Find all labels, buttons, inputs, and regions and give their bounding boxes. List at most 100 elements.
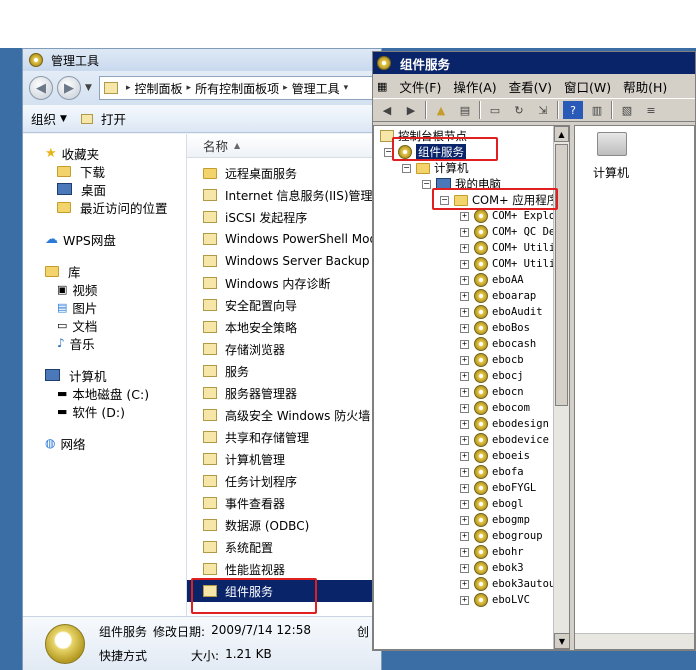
expand-icon[interactable]: + [460, 387, 469, 397]
tree-com-app[interactable]: + eboBos [374, 320, 554, 336]
chevron-down-icon[interactable]: ▾ [344, 83, 349, 93]
tree-com-app[interactable]: + eboFYGL [374, 480, 554, 496]
file-item[interactable]: 存储浏览器 [187, 338, 381, 360]
result-horizontal-scrollbar[interactable] [575, 633, 694, 649]
show-tree-icon[interactable]: ▤ [455, 101, 475, 119]
file-item[interactable]: 服务 [187, 360, 381, 382]
file-item[interactable]: 计算机管理 [187, 448, 381, 470]
expand-icon[interactable]: + [460, 451, 469, 461]
file-item[interactable]: 系统配置 [187, 536, 381, 558]
open-button[interactable]: 打开 [80, 109, 126, 128]
result-item-computers-label[interactable]: 计算机 [593, 164, 629, 181]
column-header-name[interactable]: 名称 ▲ [187, 134, 381, 158]
file-item[interactable]: Windows 内存诊断 [187, 272, 381, 294]
tree-com-app[interactable]: + eboeis [374, 448, 554, 464]
tree-com-app[interactable]: + COM+ Utiliti [374, 256, 568, 272]
tree-com-app[interactable]: + ebohr [374, 544, 554, 560]
nav-videos[interactable]: ▣ 视频 [23, 280, 186, 298]
expand-icon[interactable]: + [460, 547, 469, 557]
forward-button[interactable]: ▶ [57, 76, 81, 100]
console-menu-icon[interactable]: ▦ [377, 80, 387, 93]
tree-com-applications[interactable]: − COM+ 应用程序 [374, 192, 558, 208]
tree-com-app[interactable]: + eboLVC [374, 592, 554, 608]
new-window-icon[interactable]: ▧ [617, 101, 637, 119]
tree-com-app[interactable]: + ebocom [374, 400, 554, 416]
tree-com-app[interactable]: + COM+ Explorer [374, 208, 569, 224]
expand-icon[interactable]: + [460, 211, 469, 221]
expand-icon[interactable]: + [460, 291, 469, 301]
file-item[interactable]: 远程桌面服务 [187, 162, 381, 184]
tree-com-app[interactable]: + ebok3autoup [374, 576, 562, 592]
expand-icon[interactable]: + [460, 419, 469, 429]
tree-com-app[interactable]: + ebogl [374, 496, 554, 512]
file-item[interactable]: Windows Server Backup [187, 250, 381, 272]
scroll-down-icon[interactable]: ▼ [554, 633, 569, 649]
nav-drive-d[interactable]: ▬ 软件 (D:) [23, 402, 186, 420]
nav-libraries[interactable]: 库 [23, 262, 186, 280]
computers-large-folder-icon[interactable] [597, 132, 627, 156]
nav-recent-places[interactable]: 最近访问的位置 [23, 198, 186, 216]
nav-pictures[interactable]: ▤ 图片 [23, 298, 186, 316]
breadcrumb-admin-tools[interactable]: 管理工具 [292, 80, 340, 97]
nav-documents[interactable]: ▭ 文档 [23, 316, 186, 334]
nav-local-disk-c[interactable]: ▬ 本地磁盘 (C:) [23, 384, 186, 402]
menu-help[interactable]: 帮助(H) [623, 77, 667, 96]
nav-network[interactable]: ◍ 网络 [23, 434, 186, 452]
expand-icon[interactable]: + [460, 307, 469, 317]
tree-com-app[interactable]: + ebocn [374, 384, 554, 400]
expand-icon[interactable]: + [460, 227, 469, 237]
file-item[interactable]: 事件查看器 [187, 492, 381, 514]
file-item[interactable]: 高级安全 Windows 防火墙 [187, 404, 381, 426]
file-item[interactable]: 安全配置向导 [187, 294, 381, 316]
view-icon[interactable]: ▥ [587, 101, 607, 119]
tree-com-app[interactable]: + ebofa [374, 464, 554, 480]
tree-com-app[interactable]: + COM+ Utiliti [374, 240, 568, 256]
menu-file[interactable]: 文件(F) [399, 77, 441, 96]
expand-icon[interactable]: + [460, 515, 469, 525]
collapse-icon[interactable]: − [440, 195, 449, 205]
list-view-icon[interactable]: ≡ [641, 101, 661, 119]
forward-arrow-icon[interactable]: ▶ [401, 101, 421, 119]
nav-music[interactable]: ♪ 音乐 [23, 334, 186, 352]
file-item[interactable]: 数据源 (ODBC) [187, 514, 381, 536]
nav-wps-cloud[interactable]: ☁ WPS网盘 [23, 230, 186, 248]
tree-com-app[interactable]: + ebogmp [374, 512, 554, 528]
file-item[interactable]: 本地安全策略 [187, 316, 381, 338]
refresh-icon[interactable]: ↻ [509, 101, 529, 119]
file-item[interactable]: 服务器管理器 [187, 382, 381, 404]
file-item[interactable]: 组件服务 [187, 580, 381, 602]
collapse-icon[interactable]: − [384, 147, 393, 157]
nav-downloads[interactable]: 下载 [23, 162, 186, 180]
tree-com-app[interactable]: + eboarap [374, 288, 554, 304]
nav-desktop[interactable]: 桌面 [23, 180, 186, 198]
collapse-icon[interactable]: − [422, 179, 431, 189]
tree-vertical-scrollbar[interactable]: ▲ ▼ [553, 126, 569, 649]
collapse-icon[interactable]: − [402, 163, 411, 173]
file-item[interactable]: 共享和存储管理 [187, 426, 381, 448]
menu-window[interactable]: 窗口(W) [564, 77, 611, 96]
tree-com-app[interactable]: + ebocb [374, 352, 554, 368]
chevron-right-icon[interactable]: ▸ [187, 83, 192, 93]
tree-com-app[interactable]: + ebodesign [374, 416, 554, 432]
scroll-up-icon[interactable]: ▲ [554, 126, 569, 142]
export-icon[interactable]: ⇲ [533, 101, 553, 119]
expand-icon[interactable]: + [460, 403, 469, 413]
expand-icon[interactable]: + [460, 531, 469, 541]
breadcrumb-all-items[interactable]: 所有控制面板项 [195, 80, 279, 97]
back-button[interactable]: ◀ [29, 76, 53, 100]
expand-icon[interactable]: + [460, 563, 469, 573]
expand-icon[interactable]: + [460, 371, 469, 381]
file-item[interactable]: 任务计划程序 [187, 470, 381, 492]
expand-icon[interactable]: + [460, 259, 469, 269]
history-dropdown-icon[interactable]: ▼ [85, 83, 95, 93]
menu-action[interactable]: 操作(A) [453, 77, 496, 96]
chevron-right-icon[interactable]: ▸ [126, 83, 131, 93]
breadcrumb-control-panel[interactable]: 控制面板 [135, 80, 183, 97]
file-item[interactable]: 性能监视器 [187, 558, 381, 580]
tree-com-app[interactable]: + eboAudit [374, 304, 554, 320]
tree-com-app[interactable]: + ebocash [374, 336, 554, 352]
expand-icon[interactable]: + [460, 275, 469, 285]
tree-computers[interactable]: − 计算机 [374, 160, 554, 176]
help-icon[interactable]: ? [563, 101, 583, 119]
mmc-titlebar[interactable]: 组件服务 [373, 52, 695, 74]
